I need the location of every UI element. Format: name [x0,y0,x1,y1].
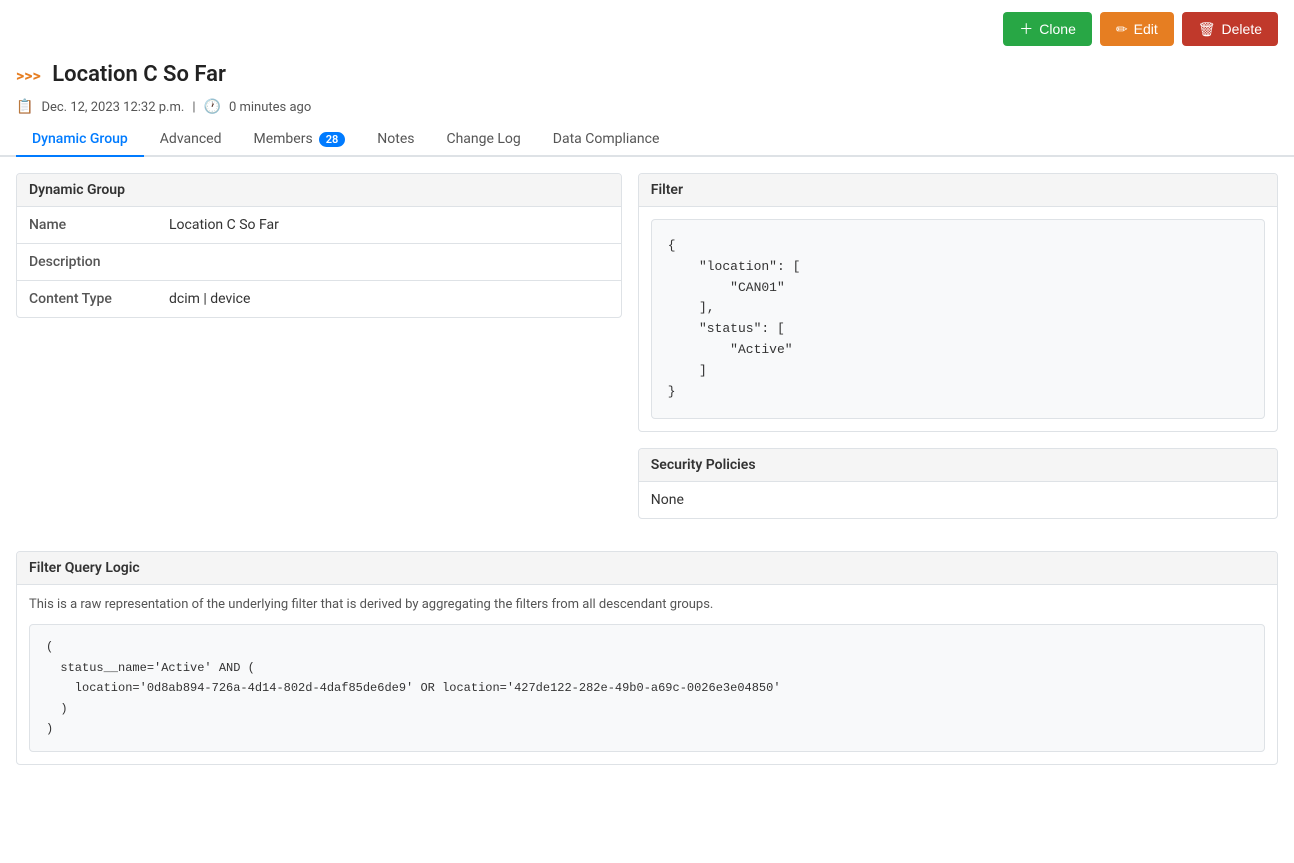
dynamic-group-card: Dynamic Group Name Location C So Far Des… [16,173,622,318]
security-policies-value: None [651,492,684,508]
filter-query-description: This is a raw representation of the unde… [17,585,1277,624]
meta-time-ago: 0 minutes ago [229,100,311,115]
tab-change-log[interactable]: Change Log [430,123,536,157]
filter-card: Filter { "location": [ "CAN01" ], "statu… [638,173,1278,432]
meta-separator: | [192,100,195,115]
field-value-description [157,244,621,281]
tab-data-compliance[interactable]: Data Compliance [537,123,676,157]
clone-button[interactable]: ＋ Clone [1003,12,1092,46]
table-row: Description [17,244,621,281]
page-meta: 📋 Dec. 12, 2023 12:32 p.m. | 🕐 0 minutes… [0,95,1294,123]
right-column: Filter { "location": [ "CAN01" ], "statu… [638,173,1278,535]
dynamic-group-card-header: Dynamic Group [17,174,621,207]
calendar-icon: 📋 [16,99,33,115]
tab-notes-label: Notes [377,131,414,147]
clock-icon: 🕐 [204,99,221,115]
edit-button[interactable]: ✏ Edit [1100,12,1174,46]
field-label-description: Description [17,244,157,281]
page-title: Location C So Far [52,62,226,87]
clone-label: Clone [1039,21,1076,37]
table-row: Content Type dcim | device [17,281,621,318]
toolbar: ＋ Clone ✏ Edit 🗑 Delete [0,0,1294,58]
filter-card-header: Filter [639,174,1277,207]
field-label-name: Name [17,207,157,244]
filter-query-code: ( status__name='Active' AND ( location='… [29,624,1265,752]
tab-advanced[interactable]: Advanced [144,123,238,157]
field-value-name: Location C So Far [157,207,621,244]
trash-icon: 🗑 [1198,21,1216,38]
security-policies-header: Security Policies [639,449,1277,482]
page-header: >>> Location C So Far [0,58,1294,95]
tab-data-compliance-label: Data Compliance [553,131,660,147]
security-policies-card: Security Policies None [638,448,1278,519]
tab-advanced-label: Advanced [160,131,222,147]
tab-change-log-label: Change Log [446,131,520,147]
tab-members-label: Members [254,131,313,147]
dynamic-group-table: Name Location C So Far Description Conte… [17,207,621,317]
plus-icon: ＋ [1019,19,1033,39]
field-value-content-type: dcim | device [157,281,621,318]
delete-label: Delete [1222,21,1262,37]
delete-button[interactable]: 🗑 Delete [1182,12,1278,46]
members-badge: 28 [319,132,346,147]
field-label-content-type: Content Type [17,281,157,318]
edit-label: Edit [1134,21,1158,37]
tab-dynamic-group-label: Dynamic Group [32,131,128,147]
tab-notes[interactable]: Notes [361,123,430,157]
meta-date: Dec. 12, 2023 12:32 p.m. [41,100,184,115]
tabs-nav: Dynamic Group Advanced Members 28 Notes … [0,123,1294,157]
filter-query-logic-card: Filter Query Logic This is a raw represe… [16,551,1278,765]
security-policies-body: None [639,482,1277,518]
left-column: Dynamic Group Name Location C So Far Des… [16,173,622,535]
tab-dynamic-group[interactable]: Dynamic Group [16,123,144,157]
filter-code-block: { "location": [ "CAN01" ], "status": [ "… [651,219,1265,419]
filter-query-logic-header: Filter Query Logic [17,552,1277,585]
breadcrumb-arrows: >>> [16,66,41,85]
edit-icon: ✏ [1116,21,1128,38]
tab-members[interactable]: Members 28 [238,123,362,157]
table-row: Name Location C So Far [17,207,621,244]
main-content: Dynamic Group Name Location C So Far Des… [0,157,1294,781]
two-col-layout: Dynamic Group Name Location C So Far Des… [16,173,1278,535]
